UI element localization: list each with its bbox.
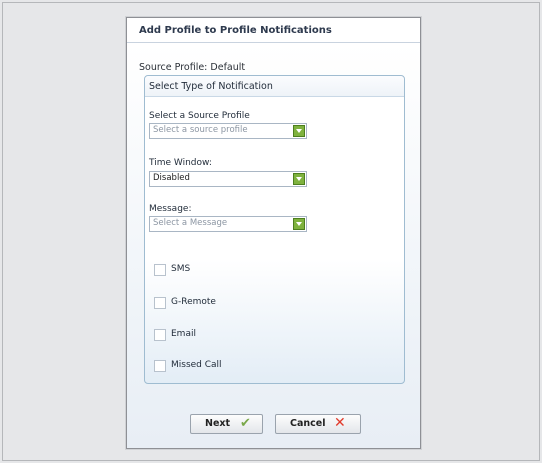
title-divider [127,42,420,43]
email-label: Email [171,329,196,339]
missed-call-label: Missed Call [171,360,222,370]
source-profile-label: Source Profile: Default [139,62,246,73]
x-icon: ✕ [334,415,346,431]
message-dropdown-value: Select a Message [153,218,228,228]
time-window-dropdown[interactable]: Disabled [149,171,307,187]
checkmark-icon: ✔ [240,416,251,431]
dialog-title: Add Profile to Profile Notifications [139,25,332,36]
group-title: Select Type of Notification [149,81,273,92]
time-window-field-label: Time Window: [149,158,212,168]
cancel-button-label: Cancel [290,418,326,429]
next-button-label: Next [205,418,231,429]
group-header: Select Type of Notification [145,76,404,97]
next-button[interactable]: Next ✔ [190,414,263,434]
source-profile-dropdown-value: Select a source profile [153,125,248,135]
email-checkbox[interactable] [154,329,166,341]
chevron-down-icon[interactable] [293,125,305,137]
source-profile-dropdown[interactable]: Select a source profile [149,123,307,139]
cancel-button[interactable]: Cancel ✕ [275,414,361,434]
add-profile-dialog: Add Profile to Profile Notifications Sou… [126,17,421,449]
chevron-down-icon[interactable] [293,173,305,185]
missed-call-checkbox[interactable] [154,360,166,372]
sms-label: SMS [171,264,191,274]
source-profile-field-label: Select a Source Profile [149,111,250,121]
chevron-down-icon[interactable] [293,218,305,230]
message-dropdown[interactable]: Select a Message [149,216,307,232]
time-window-dropdown-value: Disabled [153,173,190,183]
notification-type-group: Select Type of Notification Select a Sou… [144,75,405,384]
sms-checkbox[interactable] [154,264,166,276]
g-remote-label: G-Remote [171,297,216,307]
message-field-label: Message: [149,204,192,214]
g-remote-checkbox[interactable] [154,297,166,309]
